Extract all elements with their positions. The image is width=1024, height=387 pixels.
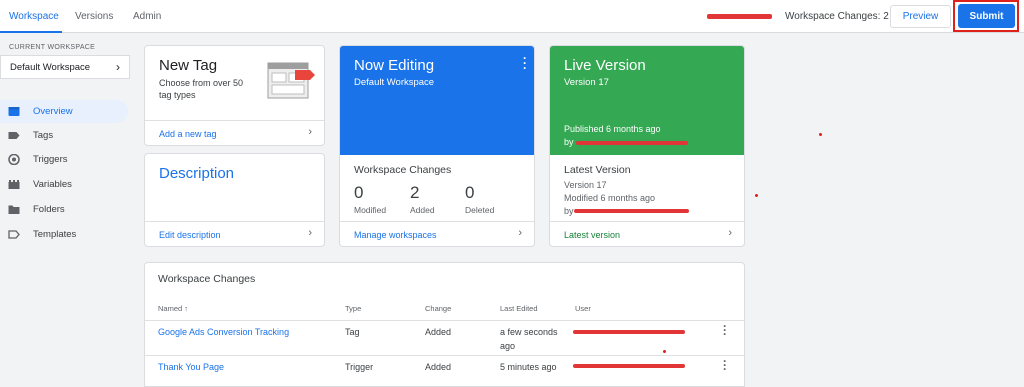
add-new-tag-link[interactable]: Add a new tag ›: [145, 120, 324, 145]
preview-button[interactable]: Preview: [890, 5, 951, 28]
published-date: Published 6 months ago: [564, 124, 661, 134]
column-header-last-edited: Last Edited: [500, 304, 538, 313]
live-version-header: Live Version Version 17 Published 6 mont…: [550, 46, 744, 155]
overview-icon: [8, 107, 20, 116]
chevron-right-icon: ›: [116, 60, 120, 74]
annotation-dot: [819, 133, 822, 136]
added-label: Added: [410, 205, 435, 215]
latest-version-label: Latest version: [564, 230, 621, 240]
template-icon: [8, 230, 20, 239]
sidebar-item-label: Triggers: [33, 154, 68, 165]
now-editing-workspace: Default Workspace: [354, 77, 435, 88]
chevron-right-icon: ›: [518, 227, 522, 239]
chevron-right-icon: ›: [728, 227, 732, 239]
column-header-user: User: [575, 304, 591, 313]
new-tag-card[interactable]: New Tag Choose from over 50 tag types Ad…: [144, 45, 325, 146]
submit-button[interactable]: Submit: [958, 4, 1015, 28]
row-more-options-icon[interactable]: · · ·: [723, 320, 727, 340]
redacted-editor: [574, 209, 689, 213]
sidebar-item-label: Variables: [33, 179, 72, 190]
row-change: Added: [425, 327, 452, 337]
row-name-link[interactable]: Google Ads Conversion Tracking: [158, 327, 289, 337]
row-divider: [144, 320, 745, 321]
more-options-icon[interactable]: · · ·: [523, 52, 527, 74]
now-editing-card: Now Editing Default Workspace · · · Worksp…: [339, 45, 535, 247]
workspace-selector[interactable]: Default Workspace ›: [0, 55, 130, 79]
sidebar-item-triggers[interactable]: Triggers: [0, 148, 128, 171]
trigger-icon: [8, 154, 20, 165]
description-title: Description: [159, 165, 235, 182]
annotation-dot: [663, 350, 666, 353]
edit-description-link[interactable]: Edit description ›: [145, 221, 324, 246]
new-tag-title: New Tag: [159, 57, 218, 74]
redacted-user: [573, 330, 685, 334]
sidebar-item-label: Tags: [33, 130, 54, 141]
sidebar-item-label: Overview: [33, 106, 73, 117]
active-tab-indicator: [0, 31, 62, 33]
sort-arrow-icon: ↑: [184, 304, 189, 313]
row-change: Added: [425, 362, 452, 372]
redacted-account-name: [707, 14, 772, 19]
row-name-link[interactable]: Thank You Page: [158, 362, 224, 372]
added-count: 2: [410, 183, 420, 202]
tab-admin[interactable]: Admin: [133, 11, 161, 22]
manage-workspaces-link[interactable]: Manage workspaces ›: [340, 221, 534, 246]
row-type: Tag: [345, 327, 360, 337]
tag-icon: [8, 132, 20, 139]
sidebar-item-tags[interactable]: Tags: [0, 124, 128, 147]
description-card: Description Edit description ›: [144, 153, 325, 247]
workspace-changes-count: Workspace Changes: 2: [785, 11, 889, 22]
folder-icon: [8, 205, 20, 214]
row-last-edited: 5 minutes ago: [500, 362, 557, 372]
column-header-change: Change: [425, 304, 452, 313]
now-editing-header: Now Editing Default Workspace · · ·: [340, 46, 534, 155]
tag-illustration-icon: [267, 62, 315, 99]
column-header-type: Type: [345, 304, 362, 313]
modified-count: 0: [354, 183, 364, 202]
live-version-title: Live Version: [564, 57, 646, 74]
annotation-dot: [755, 194, 758, 197]
column-header-label: Named: [158, 304, 183, 313]
live-version-card: Live Version Version 17 Published 6 mont…: [549, 45, 745, 247]
latest-version-link[interactable]: Latest version ›: [550, 221, 744, 246]
row-type: Trigger: [345, 362, 374, 372]
edit-description-label: Edit description: [159, 230, 221, 240]
chevron-right-icon: ›: [308, 126, 312, 138]
workspace-name: Default Workspace: [10, 61, 91, 73]
redacted-publisher: [576, 141, 688, 145]
sidebar-item-overview[interactable]: Overview: [0, 100, 128, 123]
latest-version-heading: Latest Version: [564, 164, 631, 176]
sidebar-item-variables[interactable]: Variables: [0, 173, 128, 196]
modified-label: Modified: [354, 205, 387, 215]
redacted-user: [573, 364, 685, 368]
manage-workspaces-label: Manage workspaces: [354, 230, 437, 240]
latest-by: by: [564, 206, 574, 216]
sidebar-item-label: Templates: [33, 229, 77, 240]
sidebar-item-label: Folders: [33, 204, 65, 215]
sidebar-item-templates[interactable]: Templates: [0, 223, 128, 246]
row-last-edited: a few seconds: [500, 327, 558, 337]
tab-workspace[interactable]: Workspace: [9, 11, 59, 22]
workspace-changes-heading: Workspace Changes: [354, 164, 452, 176]
sidebar-item-folders[interactable]: Folders: [0, 198, 128, 221]
latest-version-number: Version 17: [564, 180, 607, 190]
table-title: Workspace Changes: [158, 273, 256, 285]
add-new-tag-label: Add a new tag: [159, 129, 217, 139]
now-editing-title: Now Editing: [354, 57, 435, 74]
published-by: by: [564, 137, 574, 147]
live-version-number: Version 17: [564, 77, 609, 88]
row-divider: [144, 355, 745, 356]
chevron-right-icon: ›: [308, 227, 312, 239]
tab-versions[interactable]: Versions: [75, 11, 113, 22]
deleted-label: Deleted: [465, 205, 495, 215]
current-workspace-label: CURRENT WORKSPACE: [9, 44, 96, 51]
variables-icon: [8, 180, 20, 189]
column-header-name[interactable]: Named ↑: [158, 304, 188, 313]
row-more-options-icon[interactable]: · · ·: [723, 355, 727, 375]
deleted-count: 0: [465, 183, 475, 202]
top-bar: Workspace Versions Admin Workspace Chang…: [0, 0, 1024, 33]
new-tag-subtitle: Choose from over 50 tag types: [159, 78, 244, 100]
row-last-edited-cont: ago: [500, 341, 516, 351]
latest-modified: Modified 6 months ago: [564, 193, 656, 203]
